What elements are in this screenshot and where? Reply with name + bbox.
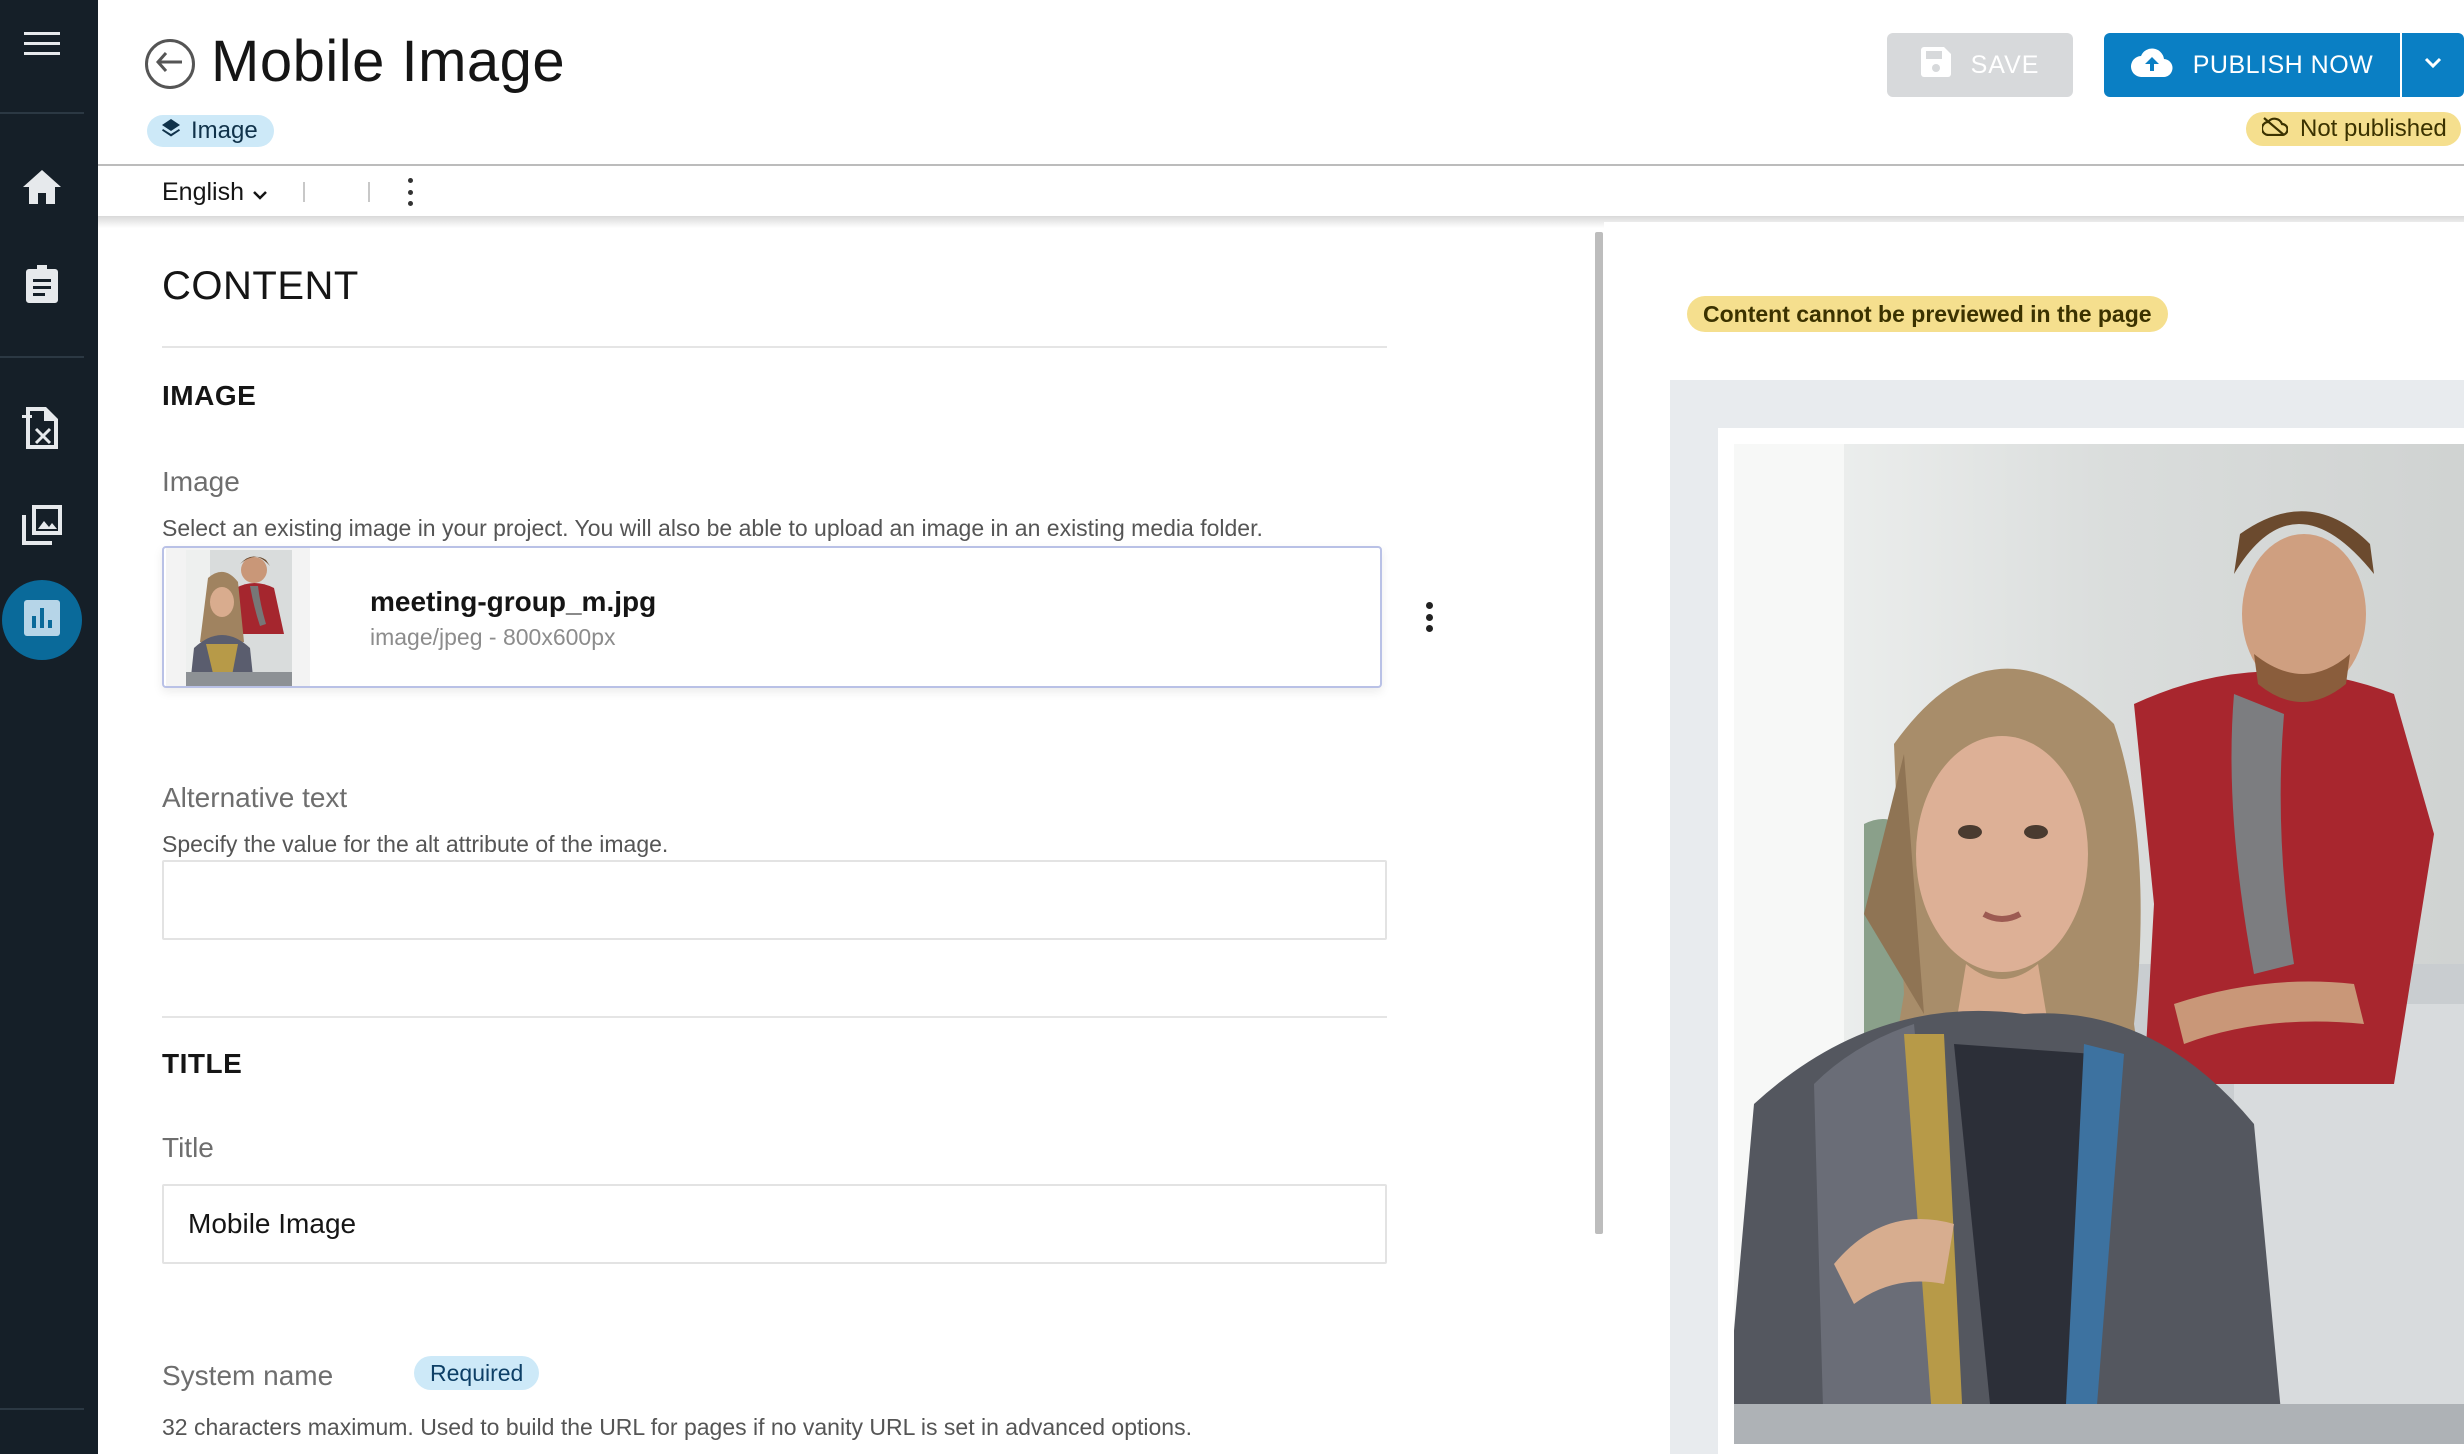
back-button[interactable] (145, 39, 195, 89)
title-input[interactable] (162, 1184, 1387, 1264)
layers-icon (161, 117, 181, 145)
asset-filename: meeting-group_m.jpg (370, 586, 657, 617)
analytics-nav-button[interactable] (2, 580, 82, 660)
page-header: Mobile Image Image SAVE PUBLISH NOW Not … (98, 0, 2464, 166)
system-name-help: 32 characters maximum. Used to build the… (162, 1414, 1192, 1440)
section-divider (162, 1016, 1387, 1018)
editor-toolbar: English (98, 166, 2464, 218)
cloud-off-icon (2260, 115, 2289, 143)
sidebar-divider (0, 1408, 84, 1410)
alt-text-label: Alternative text (162, 782, 348, 813)
cloud-upload-icon (2130, 47, 2173, 84)
section-divider (162, 346, 1387, 348)
back-arrow-icon (155, 51, 184, 78)
preview-frame (1670, 380, 2464, 1454)
save-icon (1920, 46, 1951, 84)
more-dot (1425, 602, 1433, 609)
image-section-title: IMAGE (162, 380, 257, 411)
sidebar-divider (0, 112, 84, 114)
save-label: SAVE (1970, 50, 2040, 79)
publish-status-badge: Not published (2246, 112, 2461, 146)
image-field-label: Image (162, 466, 240, 497)
toolbar-more-button[interactable] (404, 178, 416, 206)
preview-unavailable-note: Content cannot be previewed in the page (1687, 296, 2168, 332)
app-sidebar (0, 0, 98, 1454)
image-field-help: Select an existing image in your project… (162, 515, 1263, 541)
more-dot (1425, 613, 1433, 621)
toolbar-separator (303, 182, 305, 202)
preview-image (1724, 444, 2464, 1444)
publish-label: PUBLISH NOW (2192, 50, 2374, 79)
preview-panel: Content cannot be previewed in the page (1604, 222, 2464, 1454)
publish-now-button[interactable]: PUBLISH NOW (2104, 33, 2400, 97)
content-file-icon[interactable] (0, 402, 84, 456)
publish-status-label: Not published (2300, 115, 2447, 142)
chevron-down-icon (252, 178, 268, 207)
more-dot (407, 178, 413, 183)
asset-thumbnail (166, 548, 310, 686)
language-selector[interactable]: English (162, 178, 268, 207)
main-area: Mobile Image Image SAVE PUBLISH NOW Not … (98, 0, 2464, 1454)
more-dot (407, 201, 413, 206)
content-type-label: Image (191, 117, 258, 144)
asset-more-options-button[interactable] (1423, 602, 1435, 632)
chevron-down-icon (2424, 56, 2442, 74)
toolbar-separator (368, 182, 370, 202)
analytics-icon (24, 599, 60, 641)
asset-metadata: image/jpeg - 800x600px (370, 624, 616, 650)
content-type-badge: Image (147, 115, 274, 147)
home-icon[interactable] (0, 162, 84, 212)
title-section-title: TITLE (162, 1048, 243, 1079)
more-dot (1425, 625, 1433, 632)
menu-icon[interactable] (0, 22, 84, 66)
language-label: English (162, 178, 244, 206)
selected-asset-card[interactable]: meeting-group_m.jpg image/jpeg - 800x600… (162, 546, 1382, 688)
media-library-icon[interactable] (0, 498, 84, 552)
alt-text-input[interactable] (162, 860, 1387, 940)
publish-options-dropdown[interactable] (2402, 33, 2464, 97)
save-button[interactable]: SAVE (1887, 33, 2073, 97)
content-heading: CONTENT (162, 264, 359, 308)
clipboard-icon[interactable] (0, 258, 84, 308)
preview-card (1718, 428, 2464, 1454)
content-scrollbar[interactable] (1595, 232, 1603, 1234)
page-title: Mobile Image (211, 29, 566, 94)
title-field-label: Title (162, 1132, 214, 1163)
required-badge: Required (414, 1356, 540, 1390)
system-name-label: System name (162, 1360, 334, 1391)
alt-text-help: Specify the value for the alt attribute … (162, 831, 669, 857)
sidebar-divider (0, 356, 84, 358)
more-dot (407, 189, 413, 195)
